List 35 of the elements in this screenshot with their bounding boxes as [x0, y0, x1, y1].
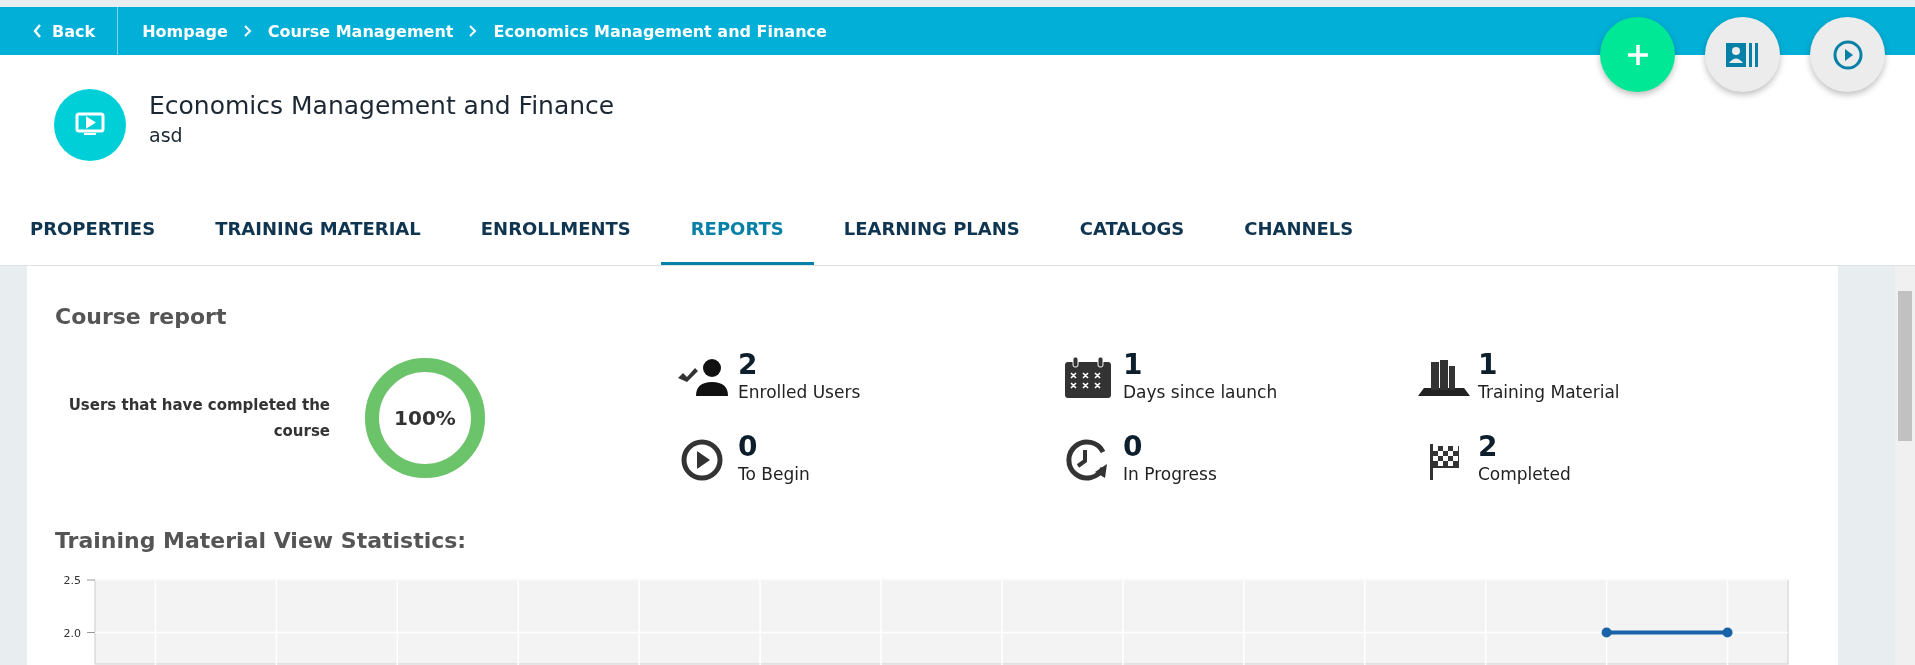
chevron-left-icon	[33, 24, 42, 38]
stat-value: 0	[738, 432, 759, 462]
stat-label: In Progress	[1123, 463, 1217, 486]
tab[interactable]: CHANNELS	[1214, 195, 1384, 265]
stat-value: 1	[1123, 350, 1144, 380]
stat-label: Days since launch	[1123, 381, 1278, 404]
scrollbar[interactable]	[1895, 266, 1915, 665]
course-subtitle: asd	[149, 123, 184, 146]
axis-tick-label: 2.5	[63, 574, 96, 587]
section-title: Course report	[55, 304, 228, 331]
plus-icon	[1626, 43, 1649, 66]
completion-value: 100%	[394, 406, 456, 430]
stat-value: 0	[1123, 432, 1144, 462]
section-title: Training Material View Statistics:	[55, 528, 468, 555]
completion-label: Users that have completed the course	[67, 395, 330, 442]
chevron-right-icon	[243, 25, 252, 37]
stat-value: 2	[1478, 432, 1499, 462]
y-tick-label: 2.0	[63, 626, 81, 640]
tab[interactable]: TRAINING MATERIAL	[185, 195, 451, 265]
chevron-right-icon	[469, 25, 478, 37]
stat-label: Training Material	[1478, 381, 1620, 404]
id-card-icon	[1726, 42, 1759, 67]
tab[interactable]: LEARNING PLANS	[813, 195, 1050, 265]
play-circle-icon	[1832, 39, 1863, 70]
stat-label: Completed	[1478, 463, 1571, 486]
course-title: Economics Management and Finance	[149, 90, 615, 120]
y-tick-label: 2.5	[63, 574, 81, 587]
stat-label: Enrolled Users	[738, 381, 861, 404]
tab[interactable]: ENROLLMENTS	[450, 195, 661, 265]
tab[interactable]: PROPERTIES	[0, 195, 186, 265]
stat-value: 2	[738, 350, 759, 380]
stat-label: To Begin	[738, 463, 810, 486]
stat-value: 1	[1478, 350, 1499, 380]
axis-tick-label: 2.0	[63, 626, 96, 640]
tab[interactable]: CATALOGS	[1049, 195, 1215, 265]
